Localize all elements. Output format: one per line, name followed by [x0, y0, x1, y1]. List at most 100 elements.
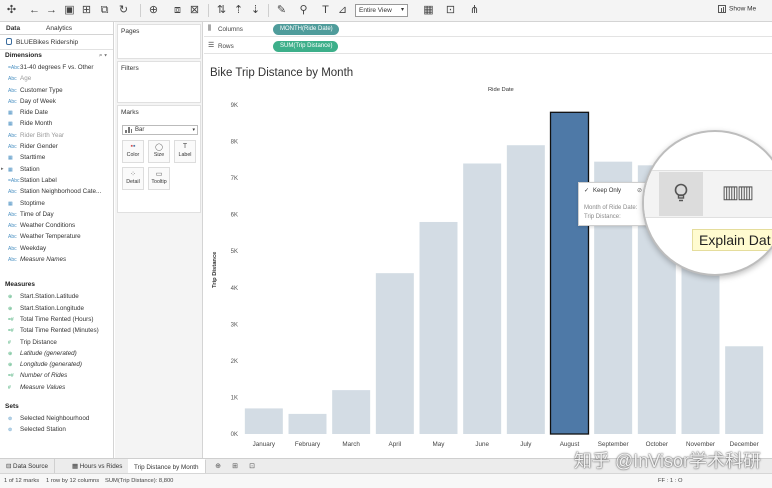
dimension-field[interactable]: =AbcStation Label [0, 175, 113, 186]
new-story-icon[interactable]: ⊡ [247, 462, 257, 471]
pages-card[interactable]: Pages [117, 24, 201, 59]
tableau-logo-icon[interactable]: ✣ [4, 3, 19, 18]
label-icon[interactable]: T [318, 3, 333, 18]
dimension-field[interactable]: ▦ Ride Month [0, 118, 113, 129]
cards-pane: Pages Filters Marks Bar ▾ ▪▪ Color ◯ Siz… [115, 22, 203, 458]
field-type-icon: Abc [8, 257, 17, 264]
mark-type-label: Bar [135, 127, 145, 133]
new-worksheet-icon[interactable]: ⊕ [146, 3, 161, 18]
measure-field[interactable]: # Trip Distance [0, 337, 113, 348]
tab-data[interactable]: Data [6, 25, 20, 32]
swap-axes-icon[interactable]: ⇅ [214, 3, 229, 18]
tab-hours-vs-rides[interactable]: ▦ Hours vs Rides [66, 459, 130, 474]
dimension-field[interactable]: Abc Day of Week [0, 96, 113, 107]
measure-field[interactable]: ⊕ Start.Station.Longitude [0, 303, 113, 314]
dimension-field[interactable]: Abc Measure Names [0, 254, 113, 265]
measure-field[interactable]: ⊕ Longitude (generated) [0, 359, 113, 370]
pause-updates-icon[interactable]: ⧉ [97, 3, 112, 18]
field-name: Time of Day [20, 210, 54, 218]
dimension-field[interactable]: Abc Rider Birth Year [0, 130, 113, 141]
refresh-icon[interactable]: ↻ [116, 3, 131, 18]
rows-label: Rows [218, 43, 234, 50]
measure-field[interactable]: ⊕ Latitude (generated) [0, 348, 113, 359]
presentation-mode-icon[interactable]: ⊡ [443, 3, 458, 18]
keep-only-button[interactable]: ✓ Keep Only [584, 187, 621, 194]
duplicate-sheet-icon[interactable]: ⧈ [170, 3, 185, 18]
expand-icon[interactable]: ▸ [1, 164, 4, 175]
dimension-field[interactable]: Abc Customer Type [0, 85, 113, 96]
field-type-icon: Abc [8, 132, 17, 139]
measure-field[interactable]: # Measure Values [0, 382, 113, 393]
pin-icon[interactable]: ⊿ [335, 3, 350, 18]
measure-field[interactable]: =# Total Time Rented (Hours) [0, 314, 113, 325]
color-button[interactable]: ▪▪ Color [122, 140, 144, 163]
dimension-field[interactable]: ▸ ▦ Station [0, 164, 113, 175]
dimension-field[interactable]: Abc Weather Temperature [0, 231, 113, 242]
dimension-field[interactable]: =Abc31-40 degrees F vs. Other [0, 62, 113, 73]
bar-april[interactable] [375, 273, 414, 434]
bar-january[interactable] [244, 408, 283, 434]
tab-data-source[interactable]: ⊟ Data Source [0, 459, 56, 474]
columns-pill[interactable]: MONTH(Ride Date) [273, 24, 339, 35]
dimension-field[interactable]: Abc Age [0, 73, 113, 84]
highlight-icon[interactable]: ✎ [274, 3, 289, 18]
field-type-icon: Abc [8, 189, 17, 196]
set-field[interactable]: ⊚ Selected Station [0, 424, 113, 435]
field-type-icon: Abc [8, 211, 17, 218]
sort-descending-icon[interactable]: ⇣ [248, 3, 263, 18]
clear-sheet-icon[interactable]: ⊠ [187, 3, 202, 18]
label-button[interactable]: T Label [174, 140, 196, 163]
dimension-field[interactable]: Abc Rider Gender [0, 141, 113, 152]
fit-dropdown[interactable]: Entire View ▾ [355, 4, 408, 17]
new-worksheet-icon[interactable]: ⊕ [213, 462, 223, 471]
set-field[interactable]: ⊚ Selected Neighbourhood [0, 413, 113, 424]
sort-ascending-icon[interactable]: ⇡ [231, 3, 246, 18]
tooltip-button[interactable]: ▭ Tooltip [148, 167, 170, 190]
undo-icon[interactable]: ← [27, 3, 42, 18]
bar-july[interactable] [506, 145, 545, 434]
show-hide-cards-icon[interactable]: ▦ [421, 3, 436, 18]
new-datasource-icon[interactable]: ⊞ [79, 3, 94, 18]
bar-december[interactable] [725, 346, 764, 434]
label-label: Label [178, 152, 192, 158]
tab-analytics[interactable]: Analytics [46, 25, 72, 32]
sets-title: Sets [5, 403, 19, 411]
new-dashboard-icon[interactable]: ⊞ [230, 462, 240, 471]
dimension-field[interactable]: ▦ Starttime [0, 152, 113, 163]
dimension-field[interactable]: Abc Weather Conditions [0, 220, 113, 231]
explain-data-button[interactable] [659, 172, 703, 216]
measure-field[interactable]: ⊕ Start.Station.Latitude [0, 291, 113, 302]
rows-pill[interactable]: SUM(Trip Distance) [273, 41, 339, 52]
columns-shelf[interactable]: ⫼ Columns MONTH(Ride Date) [204, 22, 772, 37]
dimension-field[interactable]: ▦ Stoptime [0, 198, 113, 209]
mark-type-dropdown[interactable]: Bar ▾ [122, 125, 198, 135]
bar-february[interactable] [288, 413, 327, 434]
dimension-field[interactable]: Abc Weekday [0, 243, 113, 254]
toolbar-divider [140, 4, 141, 17]
search-icon[interactable]: ⌕ ▾ [99, 50, 107, 62]
dimension-field[interactable]: Abc Time of Day [0, 209, 113, 220]
measure-field[interactable]: =# Total Time Rented (Minutes) [0, 325, 113, 336]
redo-icon[interactable]: → [44, 3, 59, 18]
tab-trip-distance-by-month[interactable]: Trip Distance by Month [128, 459, 206, 474]
fit-dropdown-label: Entire View [359, 7, 392, 14]
dimension-field[interactable]: Abc Station Neighborhood Cate... [0, 186, 113, 197]
rows-shelf[interactable]: ☰ Rows SUM(Trip Distance) [204, 39, 772, 54]
save-icon[interactable]: ▣ [62, 3, 77, 18]
show-me-button[interactable]: Show Me [718, 5, 756, 13]
detail-button[interactable]: ⁘ Detail [122, 167, 144, 190]
measure-field[interactable]: =# Number of Rides [0, 370, 113, 381]
dimension-field[interactable]: ▦ Ride Date [0, 107, 113, 118]
share-icon[interactable]: ⋔ [467, 3, 482, 18]
size-button[interactable]: ◯ Size [148, 140, 170, 163]
bar-august[interactable] [549, 111, 590, 435]
exclude-icon[interactable]: ⊘ [637, 187, 642, 194]
bar-may[interactable] [419, 221, 458, 434]
table-icon[interactable]: ▥▥ [722, 182, 754, 203]
filters-card[interactable]: Filters [117, 61, 201, 103]
bar-march[interactable] [332, 390, 371, 434]
group-icon[interactable]: ⚲ [296, 3, 311, 18]
y-tick-label: 4K [231, 286, 238, 292]
datasource-item[interactable]: BLUEBikes Ridership [0, 35, 113, 50]
bar-june[interactable] [463, 163, 502, 434]
